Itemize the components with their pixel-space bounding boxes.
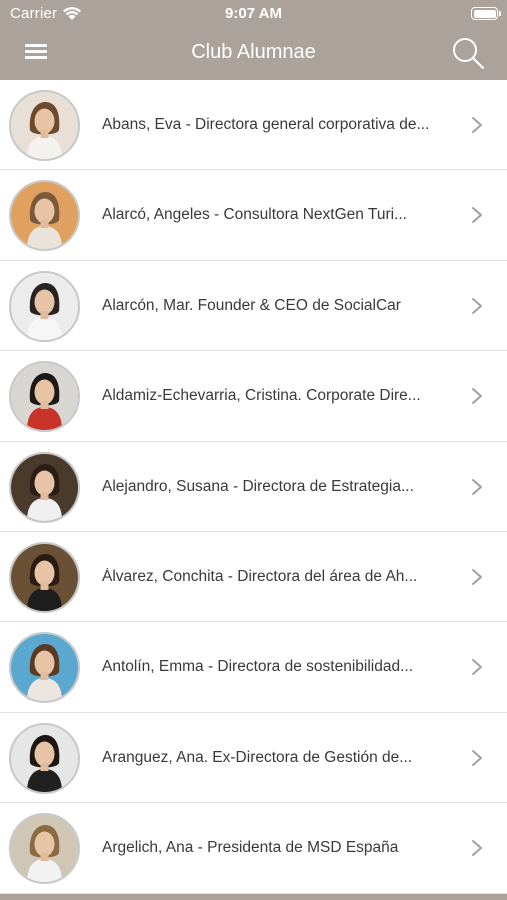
chevron-right-icon — [472, 207, 482, 224]
clock: 9:07 AM — [225, 5, 282, 22]
list-item[interactable]: Alarcó, Angeles - Consultora NextGen Tur… — [0, 170, 507, 261]
status-bar: Carrier 9:07 AM — [0, 0, 507, 28]
chevron-right-icon — [472, 117, 482, 133]
contact-label: Aranguez, Ana. Ex-Directora de Gestión d… — [102, 748, 413, 766]
contact-label: Aldamiz-Echevarria, Cristina. Corporate … — [102, 387, 421, 405]
chevron-right-icon — [472, 749, 482, 766]
avatar — [9, 361, 80, 433]
chevron-right-icon — [472, 388, 482, 405]
battery-icon — [471, 7, 498, 20]
contact-label: Abans, Eva - Directora general corporati… — [102, 116, 430, 133]
contact-label: Argelich, Ana - Presidenta de MSD España — [102, 839, 399, 857]
list-item[interactable]: Argelich, Ana - Presidenta de MSD España — [0, 803, 507, 894]
avatar — [9, 722, 80, 794]
list-item[interactable]: Aranguez, Ana. Ex-Directora de Gestión d… — [0, 713, 507, 804]
avatar — [9, 90, 80, 161]
avatar — [9, 813, 80, 885]
chevron-right-icon — [472, 568, 482, 585]
contact-label: Alarcón, Mar. Founder & CEO de SocialCar — [102, 296, 401, 314]
avatar — [9, 270, 80, 342]
chevron-right-icon — [472, 659, 482, 676]
list-item[interactable]: Alejandro, Susana - Directora de Estrate… — [0, 442, 507, 532]
page-title: Club Alumnae — [191, 41, 316, 63]
chevron-right-icon — [472, 478, 482, 495]
contact-list: Abans, Eva - Directora general corporati… — [0, 80, 507, 894]
list-item[interactable]: Aldamiz-Echevarria, Cristina. Corporate … — [0, 351, 507, 442]
avatar — [9, 541, 80, 613]
navigation-bar: Club Alumnae — [0, 28, 507, 80]
bottom-bar — [0, 894, 507, 900]
list-item[interactable]: Álvarez, Conchita - Directora del área d… — [0, 532, 507, 623]
contact-label: Alarcó, Angeles - Consultora NextGen Tur… — [102, 206, 407, 224]
chevron-right-icon — [472, 297, 482, 314]
contact-label: Antolín, Emma - Directora de sostenibili… — [102, 658, 413, 676]
list-item[interactable]: Abans, Eva - Directora general corporati… — [0, 80, 507, 171]
list-item[interactable]: Alarcón, Mar. Founder & CEO de SocialCar — [0, 261, 507, 352]
list-item[interactable]: Antolín, Emma - Directora de sostenibili… — [0, 622, 507, 713]
contact-label: Alejandro, Susana - Directora de Estrate… — [102, 477, 414, 495]
search-icon[interactable] — [450, 35, 486, 71]
chevron-right-icon — [472, 840, 482, 857]
battery-tip — [499, 11, 501, 16]
top-bar: Carrier 9:07 AM Club Alumnae — [0, 0, 507, 80]
contact-label: Álvarez, Conchita - Directora del área d… — [102, 567, 418, 585]
avatar — [9, 180, 80, 252]
avatar — [9, 632, 80, 704]
avatar — [9, 451, 80, 523]
